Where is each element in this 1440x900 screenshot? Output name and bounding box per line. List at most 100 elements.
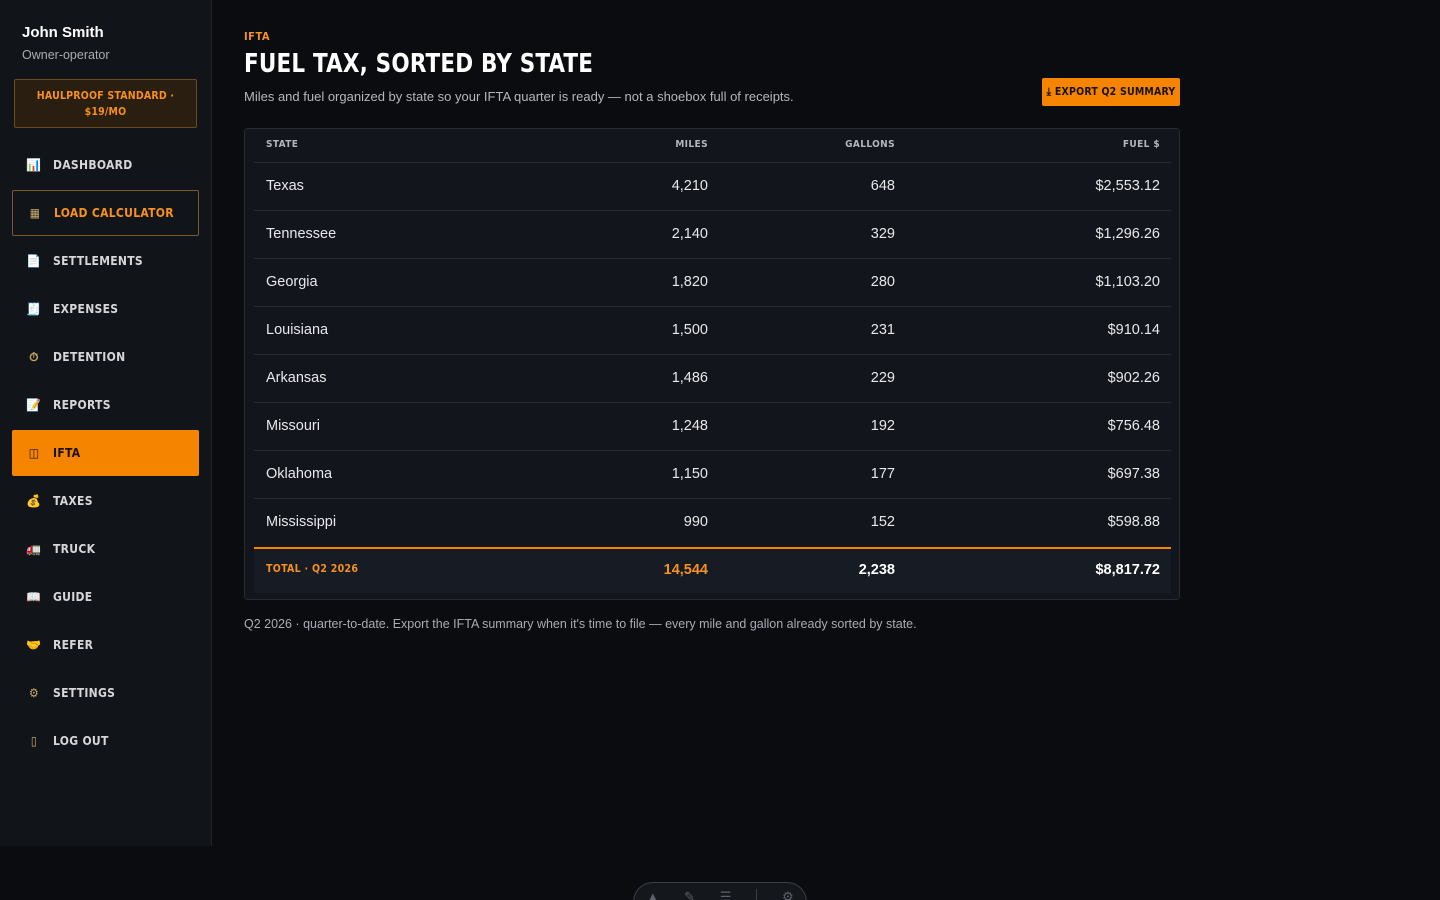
cell-gallons: 329 (870, 226, 895, 242)
export-summary-button[interactable]: ⤓ EXPORT Q2 SUMMARY (1042, 78, 1180, 106)
cell-miles: 1,820 (671, 274, 708, 290)
table-row: Tennessee 2,140 329 $1,296.26 (254, 211, 1171, 259)
sidebar-item-detention[interactable]: ⏱ DETENTION (12, 334, 199, 380)
table-row: Oklahoma 1,150 177 $697.38 (254, 451, 1171, 499)
gear-icon: ⚙ (29, 686, 39, 700)
column-header-fuel[interactable]: FUEL $ (1123, 139, 1160, 150)
cell-gallons: 192 (870, 418, 895, 434)
cell-fuel: $910.14 (1107, 322, 1160, 338)
sidebar-item-label: IFTA (53, 446, 81, 460)
cell-gallons: 177 (870, 466, 895, 482)
ifta-table: STATE MILES GALLONS FUEL $ Texas 4,210 6… (244, 128, 1180, 600)
sidebar-item-label: LOG OUT (53, 734, 109, 748)
cell-gallons: 231 (870, 322, 895, 338)
toolbar-menu-icon[interactable]: ☰ (720, 889, 732, 900)
cell-fuel: $1,296.26 (1095, 226, 1160, 242)
sidebar-item-ifta[interactable]: ◫ IFTA (12, 430, 199, 476)
sidebar-item-label: TRUCK (53, 542, 96, 556)
table-row: Georgia 1,820 280 $1,103.20 (254, 259, 1171, 307)
sidebar-item-load-calculator[interactable]: ▦ LOAD CALCULATOR (12, 190, 199, 236)
table-total-row: TOTAL · Q2 2026 14,544 2,238 $8,817.72 (254, 547, 1171, 593)
cell-miles: 4,210 (671, 178, 708, 194)
sidebar-item-label: SETTINGS (53, 686, 116, 700)
floating-toolbar: ▲ ✎ ☰ ⚙ (633, 882, 807, 900)
sidebar-item-truck[interactable]: 🚛 TRUCK (12, 526, 199, 572)
sidebar-item-expenses[interactable]: 🧾 EXPENSES (12, 286, 199, 332)
money-bag-icon: 💰 (26, 494, 42, 508)
receipt-icon: 🧾 (26, 302, 42, 316)
page-subtitle: Miles and fuel organized by state so you… (244, 89, 794, 104)
table-row: Mississippi 990 152 $598.88 (254, 499, 1171, 547)
user-role: Owner-operator (22, 48, 110, 62)
cell-miles: 1,486 (671, 370, 708, 386)
cell-gallons: 648 (870, 178, 895, 194)
sidebar-item-taxes[interactable]: 💰 TAXES (12, 478, 199, 524)
cell-gallons: 152 (870, 514, 895, 530)
toolbar-tool-icon[interactable]: ✎ (684, 889, 695, 900)
plan-badge[interactable]: HAULPROOF STANDARD · $19/MO (14, 79, 197, 128)
total-label: TOTAL · Q2 2026 (266, 563, 359, 575)
sidebar-item-label: REPORTS (53, 398, 111, 412)
sidebar-item-reports[interactable]: 📝 REPORTS (12, 382, 199, 428)
column-header-miles[interactable]: MILES (675, 139, 708, 150)
sidebar-item-label: GUIDE (53, 590, 93, 604)
sidebar-item-refer[interactable]: 🤝 REFER (12, 622, 199, 668)
cell-fuel: $902.26 (1107, 370, 1160, 386)
sidebar-item-label: LOAD CALCULATOR (54, 206, 174, 220)
cell-gallons: 280 (870, 274, 895, 290)
column-header-state[interactable]: STATE (266, 139, 298, 150)
cell-state: Missouri (266, 418, 320, 434)
plan-badge-line2: $19/MO (84, 106, 127, 118)
report-icon: 📝 (26, 398, 42, 412)
sidebar-item-guide[interactable]: 📖 GUIDE (12, 574, 199, 620)
sidebar-item-label: EXPENSES (53, 302, 119, 316)
cell-state: Tennessee (266, 226, 337, 242)
page-eyebrow: IFTA (244, 30, 270, 43)
sidebar: John Smith Owner-operator HAULPROOF STAN… (0, 0, 212, 846)
cell-state: Oklahoma (266, 466, 333, 482)
toolbar-gear-icon[interactable]: ⚙ (782, 889, 794, 900)
cell-fuel: $598.88 (1107, 514, 1160, 530)
footnote: Q2 2026 · quarter-to-date. Export the IF… (244, 617, 917, 631)
cell-state: Mississippi (266, 514, 337, 530)
cell-state: Louisiana (266, 322, 329, 338)
column-header-gallons[interactable]: GALLONS (845, 139, 895, 150)
cell-gallons: 229 (870, 370, 895, 386)
sidebar-item-settlements[interactable]: 📄 SETTLEMENTS (12, 238, 199, 284)
cell-state: Texas (266, 178, 304, 194)
chart-icon: 📊 (26, 158, 42, 172)
book-icon: 📖 (26, 590, 42, 604)
sidebar-item-label: TAXES (53, 494, 93, 508)
cell-fuel: $697.38 (1107, 466, 1160, 482)
cell-fuel: $756.48 (1107, 418, 1160, 434)
cell-miles: 1,500 (671, 322, 708, 338)
sidebar-item-label: SETTLEMENTS (53, 254, 144, 268)
sidebar-item-log-out[interactable]: ▯ LOG OUT (12, 718, 199, 764)
cell-fuel: $2,553.12 (1095, 178, 1160, 194)
sidebar-item-settings[interactable]: ⚙ SETTINGS (12, 670, 199, 716)
sidebar-item-label: REFER (53, 638, 94, 652)
table-row: Arkansas 1,486 229 $902.26 (254, 355, 1171, 403)
table-header: STATE MILES GALLONS FUEL $ (254, 129, 1171, 163)
table-row: Missouri 1,248 192 $756.48 (254, 403, 1171, 451)
cell-miles: 990 (683, 514, 708, 530)
cell-fuel: $1,103.20 (1095, 274, 1160, 290)
total-miles: 14,544 (663, 562, 708, 578)
table-row: Louisiana 1,500 231 $910.14 (254, 307, 1171, 355)
cell-miles: 2,140 (671, 226, 708, 242)
cell-state: Georgia (266, 274, 318, 290)
cell-miles: 1,150 (671, 466, 708, 482)
total-fuel: $8,817.72 (1095, 562, 1160, 578)
sidebar-item-label: DETENTION (53, 350, 126, 364)
door-icon: ▯ (30, 734, 38, 748)
calculator-icon: ▦ (29, 206, 41, 220)
handshake-icon: 🤝 (26, 638, 42, 652)
toolbar-tool-icon[interactable]: ▲ (646, 889, 659, 900)
document-icon: 📄 (26, 254, 42, 268)
plan-badge-line1: HAULPROOF STANDARD · (36, 90, 175, 102)
total-gallons: 2,238 (858, 562, 895, 578)
sidebar-item-dashboard[interactable]: 📊 DASHBOARD (12, 142, 199, 188)
cell-miles: 1,248 (671, 418, 708, 434)
cell-state: Arkansas (266, 370, 327, 386)
toolbar-divider (756, 889, 758, 900)
